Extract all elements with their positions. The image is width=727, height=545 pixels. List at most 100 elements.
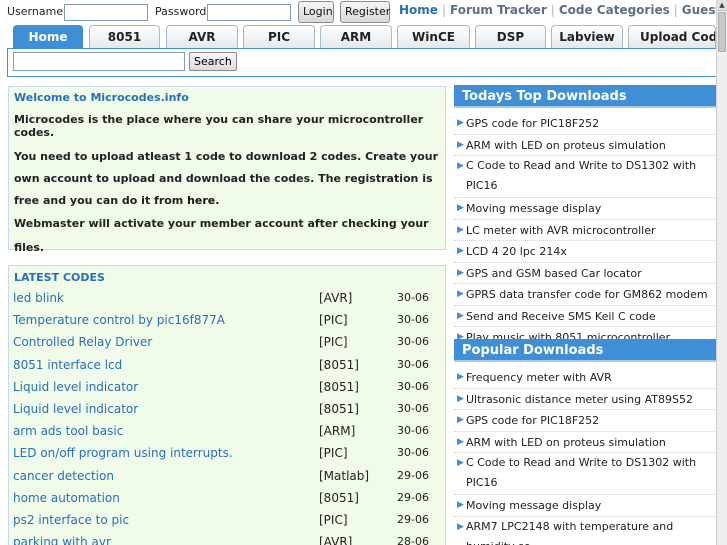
- code-link[interactable]: led blink: [13, 291, 64, 305]
- download-link[interactable]: C Code to Read and Write to DS1302 with …: [466, 159, 696, 192]
- download-link[interactable]: C Code to Read and Write to DS1302 with …: [466, 456, 696, 489]
- top-downloads-list: ▶ GPS code for PIC18F252 ▶ ARM with LED on …: [454, 113, 716, 349]
- download-link[interactable]: GPS and GSM based Car locator: [466, 267, 642, 280]
- list-item[interactable]: ▶ LCD 4 20 lpc 214x: [454, 241, 716, 263]
- tab-home[interactable]: Home: [13, 25, 83, 48]
- tab-wince[interactable]: WinCE: [397, 25, 470, 48]
- code-category: [8051]: [319, 379, 359, 394]
- list-item[interactable]: ▶ C Code to Read and Write to DS1302 with…: [454, 156, 716, 198]
- download-link[interactable]: ARM with LED on proteus simulation: [466, 139, 666, 152]
- table-row: Temperature control by pic16f877A [PIC] 30…: [9, 310, 445, 332]
- vertical-scrollbar[interactable]: ▲: [716, 0, 727, 545]
- latest-codes-box: LATEST CODES led blink [AVR] 30-06 Temperat…: [8, 265, 446, 545]
- top-link-code-categories[interactable]: Code Categories: [559, 3, 670, 17]
- list-item[interactable]: ▶ Send and Receive SMS Keil C code: [454, 306, 716, 327]
- code-date: 30-06: [397, 402, 429, 415]
- username-label: Username:: [7, 5, 67, 18]
- code-link[interactable]: Liquid level indicator: [13, 402, 138, 416]
- download-link[interactable]: LC meter with AVR microcontroller: [466, 224, 656, 237]
- password-input[interactable]: [207, 4, 291, 21]
- tab-avr[interactable]: AVR: [166, 25, 238, 48]
- username-input[interactable]: [64, 4, 148, 21]
- search-button[interactable]: Search: [189, 52, 237, 71]
- tab-upload-code[interactable]: Upload Code: [628, 25, 716, 48]
- triangle-right-icon: ▶: [457, 372, 464, 382]
- list-item[interactable]: ▶ GPS code for PIC18F252: [454, 113, 716, 135]
- triangle-right-icon: ▶: [457, 203, 464, 213]
- arrow-up-icon[interactable]: ▲: [717, 0, 727, 11]
- download-link[interactable]: GPRS data transfer code for GM862 modem: [466, 288, 708, 301]
- code-link[interactable]: ps2 interface to pic: [13, 513, 129, 527]
- table-row: cancer detection [Matlab] 29-06: [9, 466, 445, 488]
- download-link[interactable]: Ultrasonic distance meter using AT89S52: [466, 393, 693, 406]
- list-item[interactable]: ▶ ARM with LED on proteus simulation: [454, 432, 716, 453]
- download-link[interactable]: ARM with LED on proteus simulation: [466, 436, 666, 449]
- download-link[interactable]: GPS code for PIC18F252: [466, 414, 599, 427]
- list-item[interactable]: ▶ Frequency meter with AVR: [454, 367, 716, 389]
- code-date: 30-06: [397, 291, 429, 304]
- table-row: arm ads tool basic [ARM] 30-06: [9, 421, 445, 443]
- code-link[interactable]: home automation: [13, 491, 120, 505]
- code-link[interactable]: parking with avr: [13, 535, 111, 545]
- tab-labview[interactable]: Labview: [551, 25, 623, 48]
- tab-dsp[interactable]: DSP: [475, 25, 546, 48]
- list-item[interactable]: ▶ LC meter with AVR microcontroller: [454, 220, 716, 241]
- download-link[interactable]: GPS code for PIC18F252: [466, 117, 599, 130]
- code-link[interactable]: LED on/off program using interrupts.: [13, 446, 233, 460]
- list-item[interactable]: ▶ ARM with LED on proteus simulation: [454, 135, 716, 156]
- list-item[interactable]: ▶ GPRS data transfer code for GM862 modem: [454, 284, 716, 306]
- code-link[interactable]: Liquid level indicator: [13, 380, 138, 394]
- download-link[interactable]: LCD 4 20 lpc 214x: [466, 245, 567, 258]
- table-row: Controlled Relay Driver [PIC] 30-06: [9, 332, 445, 354]
- code-link[interactable]: 8051 interface lcd: [13, 358, 122, 372]
- search-input[interactable]: [13, 52, 185, 71]
- welcome-registration-text: You need to upload atleast 1 code to dow…: [14, 150, 439, 207]
- password-label: Password:: [155, 5, 211, 18]
- login-button[interactable]: Login: [298, 1, 334, 23]
- download-link[interactable]: ARM7 LPC2148 with temperature and humidi…: [466, 520, 673, 545]
- download-link[interactable]: Frequency meter with AVR: [466, 371, 612, 384]
- code-category: [PIC]: [319, 313, 348, 328]
- list-item[interactable]: ▶ Ultrasonic distance meter using AT89S52: [454, 389, 716, 410]
- triangle-right-icon: ▶: [457, 310, 464, 321]
- list-item[interactable]: ▶ Moving message display: [454, 198, 716, 220]
- register-here-link[interactable]: here.: [187, 194, 219, 207]
- code-category: [PIC]: [319, 335, 348, 350]
- scrollbar-thumb[interactable]: [718, 12, 726, 52]
- table-row: Liquid level indicator [8051] 30-06: [9, 377, 445, 399]
- tab-8051[interactable]: 8051: [89, 25, 160, 48]
- code-category: [Matlab]: [319, 468, 370, 483]
- code-link[interactable]: cancer detection: [13, 469, 114, 483]
- triangle-right-icon: ▶: [457, 161, 464, 171]
- triangle-right-icon: ▶: [457, 436, 464, 447]
- code-category: [PIC]: [319, 446, 348, 461]
- tab-pic[interactable]: PIC: [243, 25, 315, 48]
- top-downloads-title: Todays Top Downloads: [454, 85, 716, 108]
- list-item[interactable]: ▶ GPS code for PIC18F252: [454, 410, 716, 432]
- code-link[interactable]: arm ads tool basic: [13, 424, 123, 438]
- top-link-forum-tracker[interactable]: Forum Tracker: [450, 3, 547, 17]
- table-row: 8051 interface lcd [8051] 30-06: [9, 355, 445, 377]
- download-link[interactable]: Send and Receive SMS Keil C code: [466, 310, 656, 323]
- code-date: 29-06: [397, 468, 429, 482]
- code-date: 30-06: [397, 446, 429, 460]
- tab-arm[interactable]: ARM: [320, 25, 392, 48]
- popular-downloads-list: ▶ Frequency meter with AVR ▶ Ultrasonic dis…: [454, 367, 716, 545]
- list-item[interactable]: ▶ GPS and GSM based Car locator: [454, 263, 716, 284]
- download-link[interactable]: Moving message display: [466, 499, 601, 512]
- code-category: [PIC]: [319, 513, 348, 527]
- code-category: [8051]: [319, 490, 359, 505]
- triangle-right-icon: ▶: [457, 393, 464, 404]
- code-category: [8051]: [319, 402, 359, 416]
- latest-codes-title: LATEST CODES: [14, 271, 105, 284]
- top-link-home[interactable]: Home: [399, 3, 438, 17]
- list-item[interactable]: ▶ARM7 LPC2148 with temperature and humid…: [454, 517, 716, 545]
- login-bar: Username: Password: Login Register Home |…: [0, 0, 727, 24]
- register-button[interactable]: Register: [340, 1, 390, 23]
- list-item[interactable]: ▶ C Code to Read and Write to DS1302 with…: [454, 453, 716, 495]
- code-link[interactable]: Temperature control by pic16f877A: [13, 313, 225, 327]
- list-item[interactable]: ▶ Moving message display: [454, 495, 716, 517]
- triangle-right-icon: ▶: [457, 246, 464, 256]
- code-link[interactable]: Controlled Relay Driver: [13, 335, 152, 349]
- download-link[interactable]: Moving message display: [466, 202, 601, 215]
